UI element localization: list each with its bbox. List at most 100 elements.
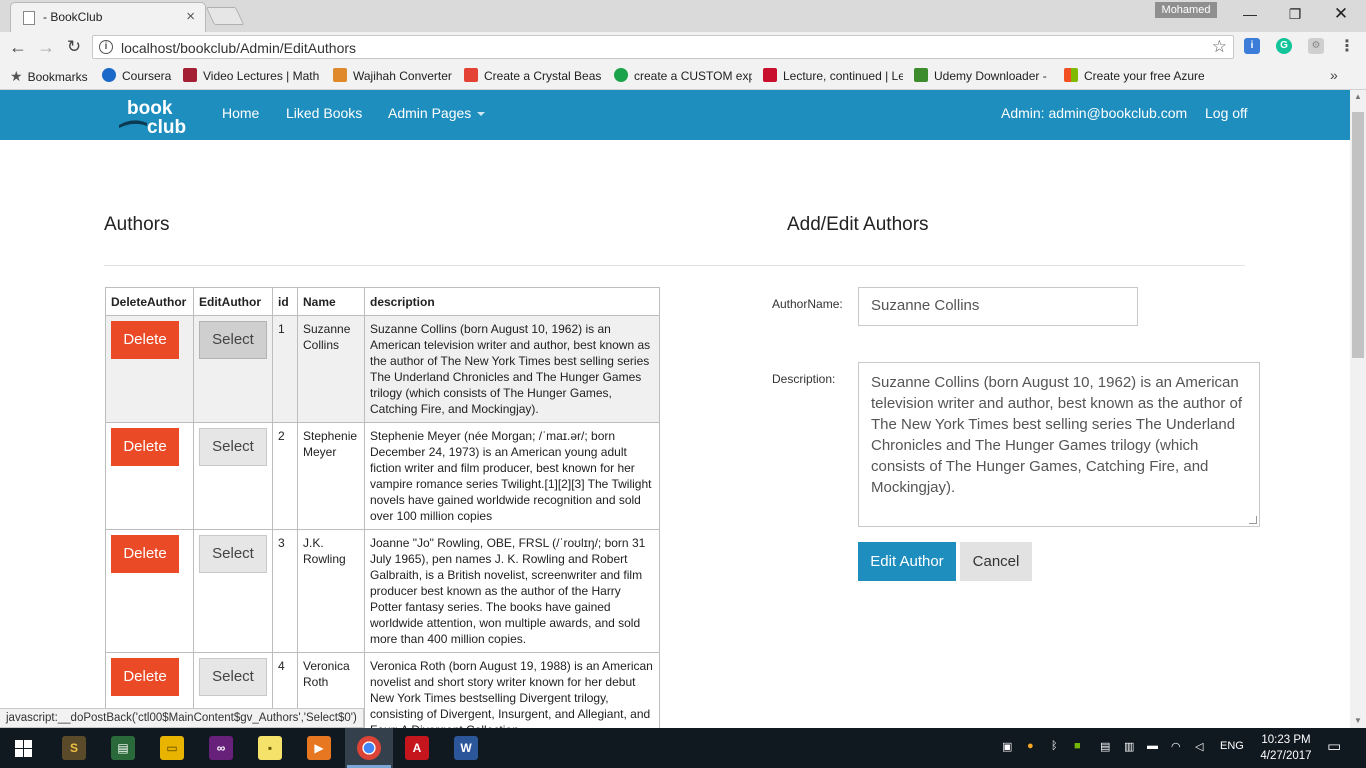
tray-icon[interactable]: ▣	[1002, 740, 1012, 753]
extension-icon[interactable]: ⚙	[1308, 38, 1324, 54]
author-name-input[interactable]: Suzanne Collins	[858, 287, 1138, 326]
bookmark-item[interactable]: Udemy Downloader -	[914, 67, 1052, 85]
author-id: 3	[272, 529, 298, 653]
scroll-up-icon[interactable]: ▲	[1350, 90, 1366, 104]
info-icon[interactable]: i	[99, 40, 113, 54]
maximize-icon[interactable]: ❐	[1280, 4, 1310, 24]
tray-icon[interactable]: ●	[1027, 740, 1034, 752]
column-header: id	[272, 287, 298, 316]
close-window-icon[interactable]: ✕	[1326, 4, 1356, 24]
chrome-icon[interactable]	[357, 736, 381, 760]
delete-button[interactable]: Delete	[111, 321, 179, 359]
bookmark-item[interactable]: Create a Crystal Beast	[464, 67, 601, 85]
delete-button[interactable]: Delete	[111, 428, 179, 466]
nav-home[interactable]: Home	[222, 105, 259, 121]
clock[interactable]: 10:23 PM 4/27/2017	[1254, 732, 1318, 764]
description-text: Suzanne Collins (born August 10, 1962) i…	[871, 374, 1243, 496]
word-icon[interactable]: W	[454, 736, 478, 760]
battery-icon[interactable]: ▬	[1147, 740, 1158, 752]
new-tab-button[interactable]	[205, 7, 245, 25]
volume-icon[interactable]: ◁	[1195, 740, 1203, 753]
clock-time: 10:23 PM	[1261, 734, 1311, 746]
tray-icon[interactable]: ▤	[1100, 740, 1110, 753]
acrobat-icon[interactable]: A	[405, 736, 429, 760]
status-bar: javascript:__doPostBack('ctl00$MainConte…	[0, 708, 364, 728]
cancel-button[interactable]: Cancel	[960, 542, 1032, 581]
back-icon[interactable]: ←	[7, 36, 29, 58]
description-label: Description:	[772, 372, 836, 386]
coursera-icon	[102, 68, 116, 82]
bookmark-item[interactable]: ★ Bookmarks	[10, 67, 88, 85]
logoff-link[interactable]: Log off	[1205, 105, 1248, 121]
scroll-down-icon[interactable]: ▼	[1350, 714, 1366, 728]
close-tab-icon[interactable]: ×	[186, 8, 195, 25]
bookclub-logo[interactable]: book club	[117, 95, 197, 137]
site-icon	[614, 68, 628, 82]
more-bookmarks-icon[interactable]: »	[1330, 67, 1338, 83]
author-id: 1	[272, 315, 298, 423]
author-name: Suzanne Collins	[297, 315, 365, 423]
address-bar[interactable]: i localhost/bookclub/Admin/EditAuthors ☆	[92, 35, 1234, 59]
minimize-icon[interactable]: —	[1235, 4, 1265, 24]
bookmark-item[interactable]: Create your free Azure	[1064, 67, 1204, 85]
profile-button[interactable]: Mohamed	[1155, 2, 1217, 18]
table-row: Delete Select 3 J.K. Rowling Joanne "Jo"…	[105, 529, 660, 653]
logo-top-text: book	[127, 98, 173, 119]
scroll-thumb[interactable]	[1352, 112, 1364, 358]
language-indicator[interactable]: ENG	[1220, 740, 1244, 752]
bookmark-item[interactable]: Lecture, continued | Le	[763, 67, 903, 85]
page-scrollbar[interactable]: ▲ ▼	[1350, 90, 1366, 728]
notifications-icon[interactable]: ▭	[1327, 737, 1341, 755]
column-header: description	[364, 287, 660, 316]
bookmark-item[interactable]: create a CUSTOM exp	[614, 67, 752, 85]
column-header: EditAuthor	[193, 287, 273, 316]
forward-icon[interactable]: →	[35, 36, 57, 58]
author-description: Suzanne Collins (born August 10, 1962) i…	[364, 315, 660, 423]
description-textarea[interactable]: Suzanne Collins (born August 10, 1962) i…	[858, 362, 1260, 527]
select-button[interactable]: Select	[199, 321, 267, 359]
select-button[interactable]: Select	[199, 428, 267, 466]
author-description: Veronica Roth (born August 19, 1988) is …	[364, 652, 660, 728]
file-explorer-icon[interactable]: ▭	[160, 736, 184, 760]
select-button[interactable]: Select	[199, 658, 267, 696]
tray-icon[interactable]: ▥	[1124, 740, 1134, 753]
url-text[interactable]: localhost/bookclub/Admin/EditAuthors	[121, 40, 356, 56]
admin-user-label[interactable]: Admin: admin@bookclub.com	[1001, 105, 1187, 121]
bookmark-item[interactable]: Coursera	[102, 67, 174, 85]
bookmark-item[interactable]: Wajihah Converter	[333, 67, 455, 85]
author-description: Joanne "Jo" Rowling, OBE, FRSL (/ˈroʊlɪŋ…	[364, 529, 660, 653]
windows-taskbar: S ▤ ▭ ∞ ▪ ▶ A W ▣ ● ᛒ ■ ▤ ▥ ▬ ◠ ◁ ENG 10…	[0, 728, 1366, 768]
table-row: Delete Select 2 Stephenie Meyer Stepheni…	[105, 422, 660, 530]
plus-icon	[464, 68, 478, 82]
column-header: DeleteAuthor	[105, 287, 194, 316]
grammarly-icon[interactable]: G	[1276, 38, 1292, 54]
bluetooth-icon[interactable]: ᛒ	[1051, 740, 1058, 752]
select-button[interactable]: Select	[199, 535, 267, 573]
resize-handle-icon[interactable]	[1249, 516, 1257, 524]
reload-icon[interactable]: ↻	[63, 36, 85, 58]
nav-liked-books[interactable]: Liked Books	[286, 105, 362, 121]
sticky-notes-icon[interactable]: ▪	[258, 736, 282, 760]
books-icon[interactable]: ▤	[111, 736, 135, 760]
edit-authors-heading: Add/Edit Authors	[787, 214, 929, 235]
visual-studio-icon[interactable]: ∞	[209, 736, 233, 760]
authors-table: DeleteAuthor EditAuthor id Name descript…	[105, 287, 660, 728]
star-icon[interactable]: ☆	[1212, 37, 1227, 57]
nvidia-icon[interactable]: ■	[1074, 740, 1081, 752]
extension-icon[interactable]: i	[1244, 38, 1260, 54]
media-player-icon[interactable]: ▶	[307, 736, 331, 760]
browser-tab[interactable]: - BookClub ×	[10, 2, 206, 32]
windows-start-icon[interactable]	[15, 740, 32, 757]
bookmark-item[interactable]: Video Lectures | Math	[183, 67, 321, 85]
edit-author-button[interactable]: Edit Author	[858, 542, 956, 581]
logo-bottom-text: club	[147, 117, 186, 137]
sublime-icon[interactable]: S	[62, 736, 86, 760]
delete-button[interactable]: Delete	[111, 535, 179, 573]
nav-admin-pages[interactable]: Admin Pages	[388, 105, 486, 121]
wifi-icon[interactable]: ◠	[1171, 740, 1181, 753]
udemy-icon	[914, 68, 928, 82]
menu-icon[interactable]: ⋮	[1339, 37, 1355, 57]
author-name: Stephenie Meyer	[297, 422, 365, 530]
author-name: J.K. Rowling	[297, 529, 365, 653]
delete-button[interactable]: Delete	[111, 658, 179, 696]
